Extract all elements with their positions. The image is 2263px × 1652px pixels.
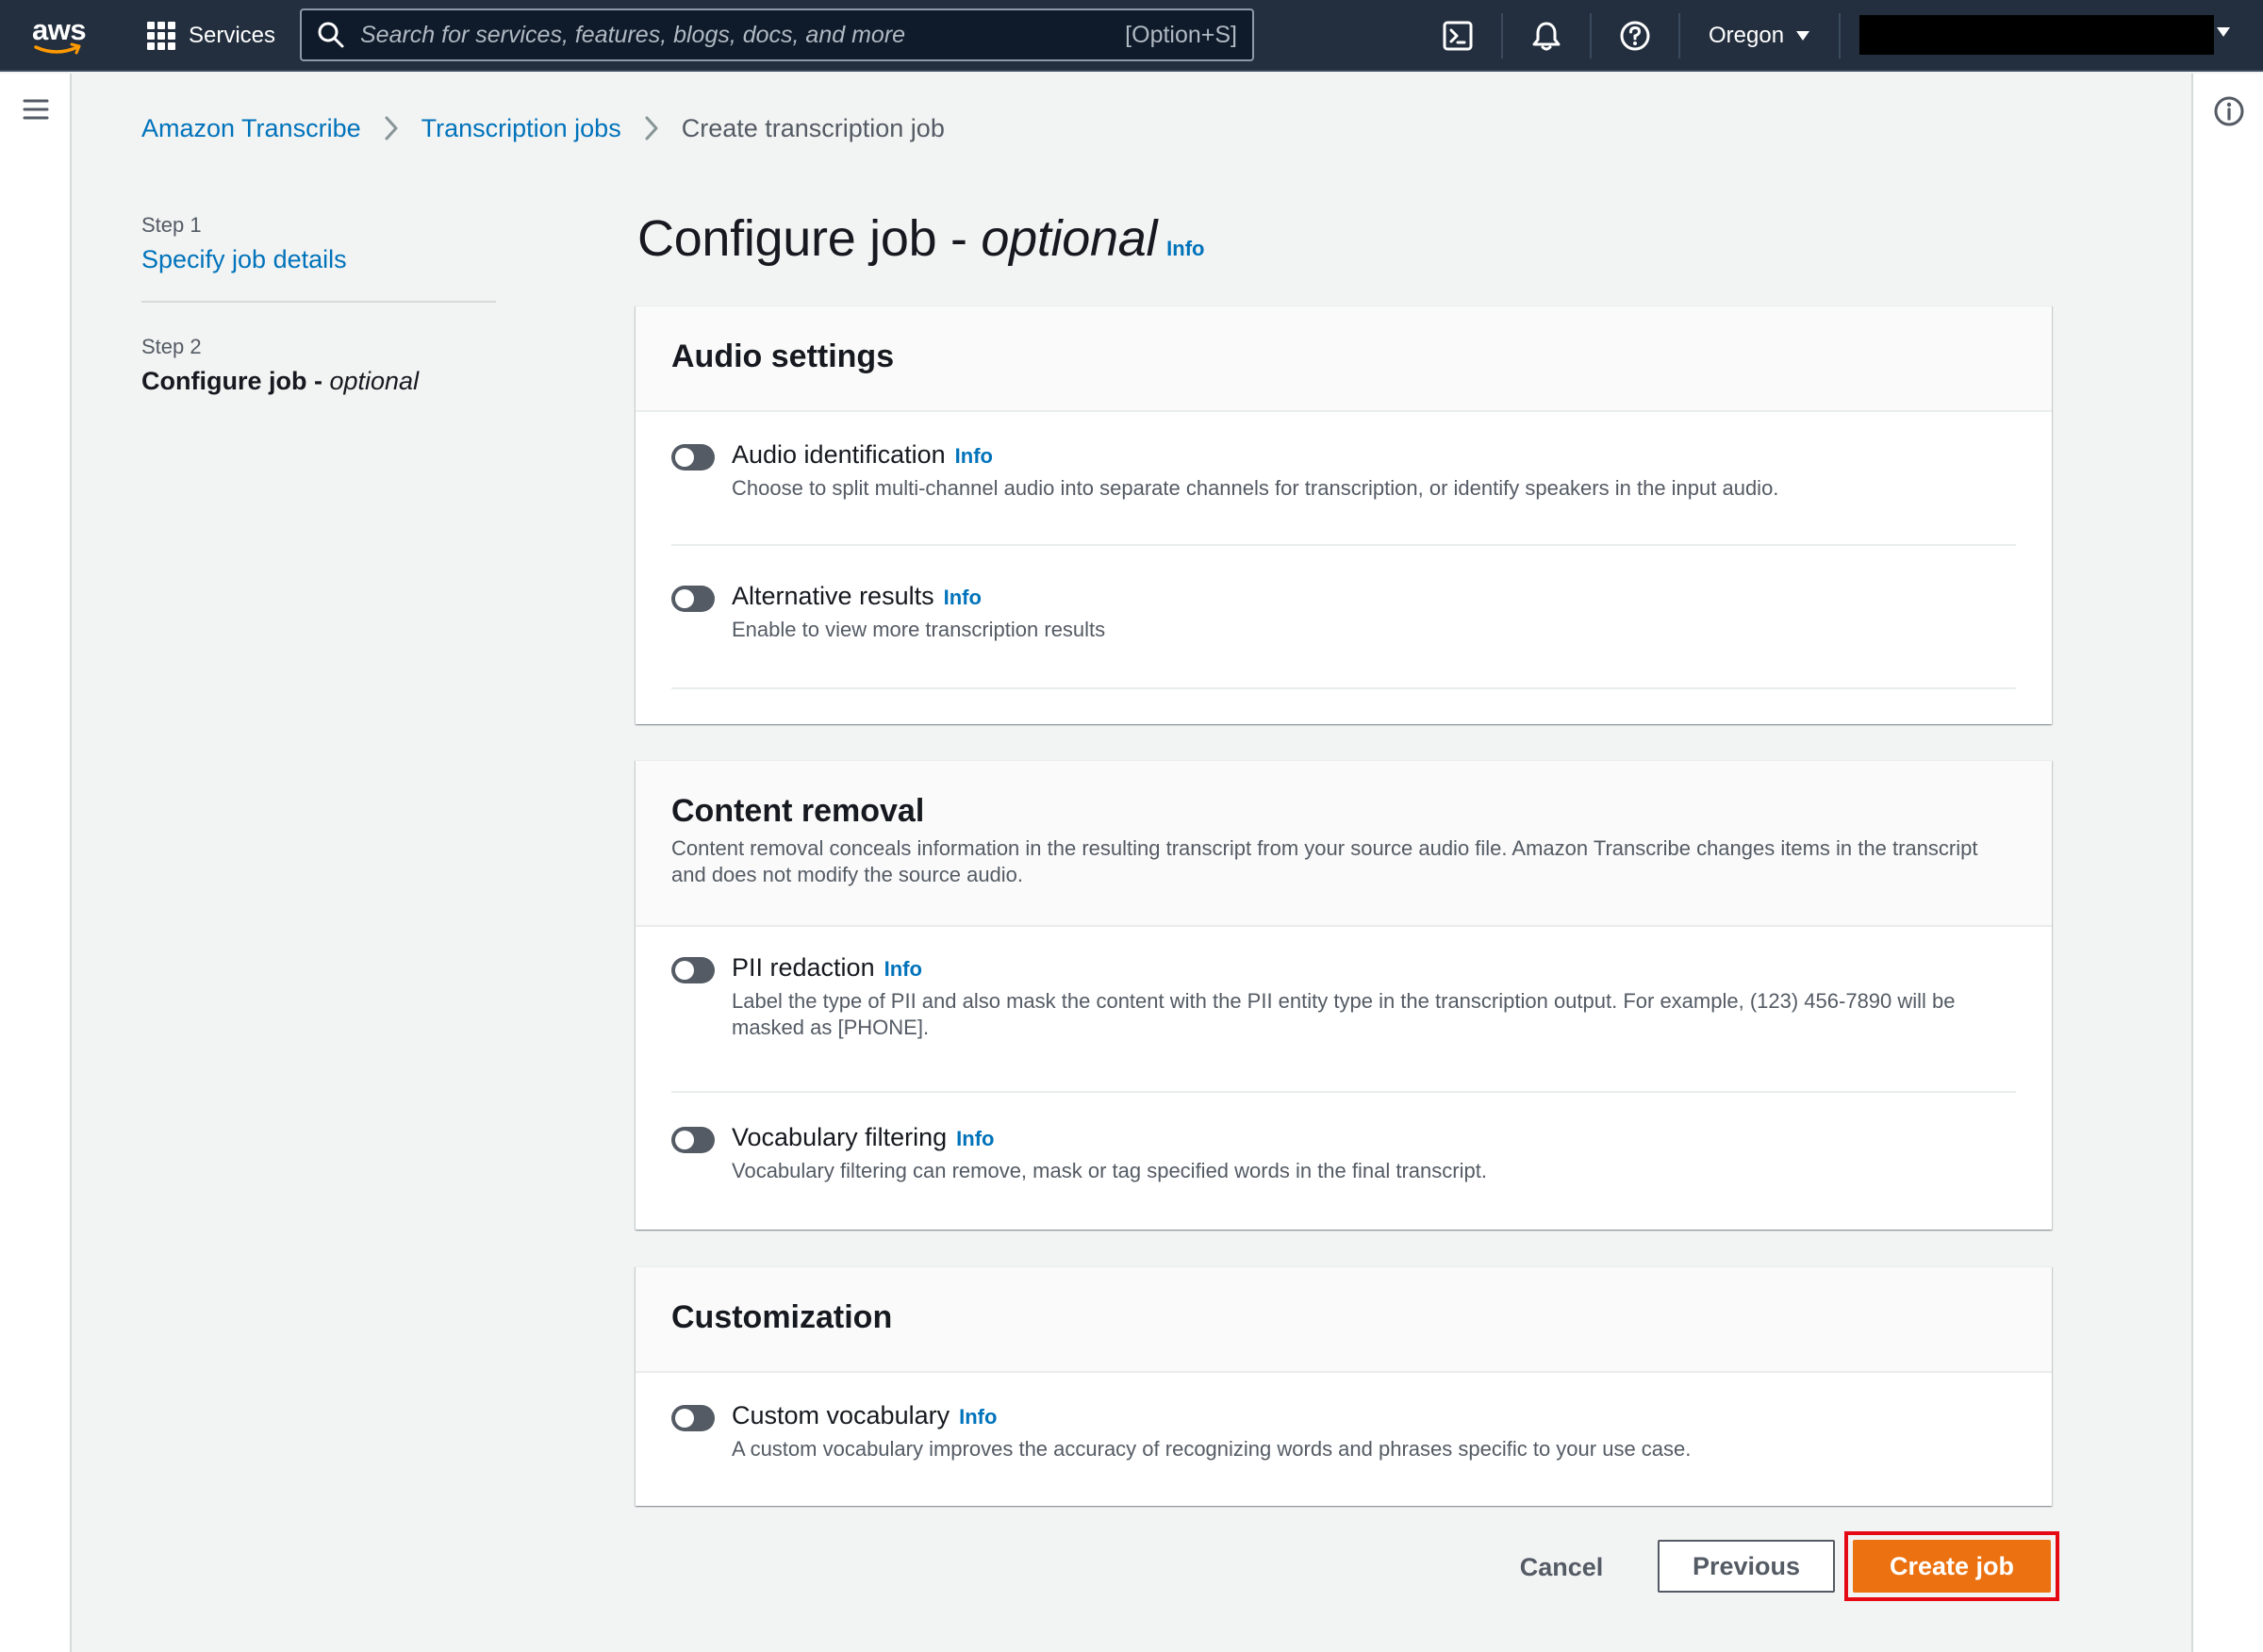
audio-identification-label: Audio identification (732, 440, 946, 469)
nav-divider (1678, 13, 1680, 58)
search-icon (318, 22, 344, 48)
alternative-results-text: Alternative results Info Enable to view m… (732, 582, 2014, 643)
help-icon (1620, 21, 1650, 51)
customization-panel: Customization Custom vocabulary Info A cu… (636, 1266, 2052, 1506)
breadcrumb-amazon-transcribe[interactable]: Amazon Transcribe (141, 114, 361, 143)
previous-button[interactable]: Previous (1658, 1540, 1835, 1593)
wizard-steps: Step 1 Specify job details Step 2 Config… (141, 213, 496, 396)
audio-identification-row: Audio identification Info Choose to split… (671, 412, 2016, 546)
step-1-number: Step 1 (141, 213, 202, 237)
pii-redaction-text: PII redaction Info Label the type of PII … (732, 953, 2014, 1041)
step-2-number: Step 2 (141, 335, 202, 358)
create-job-button[interactable]: Create job (1853, 1540, 2051, 1593)
step-1-link[interactable]: Specify job details (141, 245, 496, 274)
audio-identification-description: Choose to split multi-channel audio into… (732, 476, 1779, 500)
content-removal-body: PII redaction Info Label the type of PII … (636, 927, 2052, 1229)
cloudshell-icon (1443, 21, 1473, 51)
step-2-current: Configure job - optional (141, 367, 496, 396)
pii-redaction-toggle[interactable] (671, 957, 715, 983)
search-input[interactable] (360, 21, 1126, 49)
pii-redaction-label: PII redaction (732, 953, 875, 982)
audio-settings-title: Audio settings (671, 339, 895, 374)
custom-vocabulary-text: Custom vocabulary Info A custom vocabular… (732, 1401, 2014, 1462)
page-title-main: Configure job - (637, 210, 982, 267)
content-removal-title: Content removal (671, 793, 925, 829)
page-header: Configure job - optional Info (637, 209, 1205, 268)
audio-settings-body: Audio identification Info Choose to split… (636, 412, 2052, 689)
pii-redaction-row: PII redaction Info Label the type of PII … (671, 927, 2016, 1093)
vocabulary-filtering-info-link[interactable]: Info (956, 1127, 994, 1151)
content-removal-description: Content removal conceals information in … (671, 836, 1978, 886)
custom-vocabulary-label: Custom vocabulary (732, 1401, 950, 1429)
audio-identification-toggle[interactable] (671, 444, 715, 471)
account-menu-redacted[interactable] (1859, 15, 2214, 55)
info-circle-icon[interactable] (2212, 94, 2246, 128)
step-2-label: Configure job (141, 367, 307, 395)
breadcrumb-transcription-jobs[interactable]: Transcription jobs (421, 114, 621, 143)
alternative-results-row: Alternative results Info Enable to view m… (671, 546, 2016, 689)
side-navigation-rail (0, 74, 72, 1652)
step-2-separator: - (306, 367, 330, 395)
tools-panel-rail (2191, 74, 2263, 1652)
grid-icon (147, 22, 175, 50)
services-menu-button[interactable]: Services (147, 15, 275, 57)
caret-down-icon (1796, 31, 1810, 41)
region-selector[interactable]: Oregon (1709, 15, 1810, 57)
customization-body: Custom vocabulary Info A custom vocabular… (636, 1373, 2052, 1505)
nav-divider (1590, 13, 1592, 58)
vocabulary-filtering-row: Vocabulary filtering Info Vocabulary filt… (671, 1093, 2016, 1229)
vocabulary-filtering-label: Vocabulary filtering (732, 1123, 948, 1151)
custom-vocabulary-info-link[interactable]: Info (959, 1405, 997, 1429)
custom-vocabulary-row: Custom vocabulary Info A custom vocabular… (671, 1373, 2016, 1505)
cancel-button[interactable]: Cancel (1505, 1545, 1618, 1590)
nav-divider (1501, 13, 1503, 58)
region-label: Oregon (1709, 23, 1785, 48)
alternative-results-label: Alternative results (732, 582, 934, 610)
caret-down-icon[interactable] (2216, 26, 2231, 38)
alternative-results-description: Enable to view more transcription result… (732, 618, 1106, 641)
custom-vocabulary-toggle[interactable] (671, 1405, 715, 1431)
search-shortcut-hint: [Option+S] (1125, 21, 1237, 48)
step-divider (141, 301, 496, 303)
aws-logo[interactable]: aws (30, 13, 89, 55)
pii-redaction-info-link[interactable]: Info (884, 957, 922, 982)
alternative-results-info-link[interactable]: Info (944, 586, 982, 610)
vocabulary-filtering-description: Vocabulary filtering can remove, mask or… (732, 1159, 1487, 1182)
menu-icon[interactable] (23, 96, 49, 123)
audio-identification-text: Audio identification Info Choose to split… (732, 440, 2014, 502)
audio-settings-header: Audio settings (636, 306, 2052, 412)
customization-header: Customization (636, 1267, 2052, 1373)
page-title-suffix: optional (981, 210, 1158, 267)
content-removal-panel: Content removal Content removal conceals… (636, 760, 2052, 1230)
vocabulary-filtering-toggle[interactable] (671, 1127, 715, 1153)
customization-title: Customization (671, 1299, 893, 1335)
notifications-button[interactable] (1526, 15, 1567, 57)
breadcrumb: Amazon Transcribe Transcription jobs Cre… (141, 111, 945, 145)
cloudshell-button[interactable] (1437, 15, 1478, 57)
services-label: Services (189, 23, 276, 48)
chevron-right-icon (384, 115, 399, 141)
custom-vocabulary-description: A custom vocabulary improves the accurac… (732, 1437, 1692, 1461)
step-2-label-suffix: optional (329, 367, 420, 395)
pii-redaction-description: Label the type of PII and also mask the … (732, 989, 1956, 1039)
chevron-right-icon (644, 115, 659, 141)
page-info-link[interactable]: Info (1166, 237, 1204, 261)
audio-identification-info-link[interactable]: Info (955, 444, 993, 469)
help-button[interactable] (1614, 15, 1656, 57)
breadcrumb-current: Create transcription job (681, 113, 945, 142)
top-navigation: aws Services [Option+S] (0, 0, 2263, 72)
nav-divider (1839, 13, 1841, 58)
audio-settings-panel: Audio settings Audio identification Info … (636, 306, 2052, 724)
alternative-results-toggle[interactable] (671, 586, 715, 612)
page-title: Configure job - optional (637, 209, 1157, 268)
vocabulary-filtering-text: Vocabulary filtering Info Vocabulary filt… (732, 1123, 2014, 1184)
bell-icon (1532, 22, 1561, 51)
content-removal-header: Content removal Content removal conceals… (636, 761, 2052, 927)
aws-smile-icon (34, 42, 81, 55)
global-search[interactable]: [Option+S] (300, 8, 1254, 61)
